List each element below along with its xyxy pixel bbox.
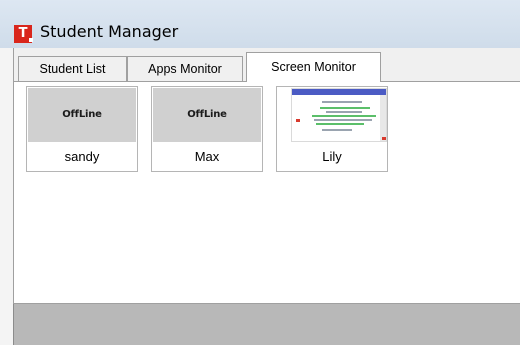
student-tile-sandy[interactable]: OffLine sandy xyxy=(26,86,138,172)
thumb-marker xyxy=(382,137,386,140)
student-tile-lily[interactable]: Lily xyxy=(276,86,388,172)
window-title: Student Manager xyxy=(40,22,179,41)
tab-student-list[interactable]: Student List xyxy=(18,56,127,81)
student-name: Max xyxy=(194,149,220,164)
status-label: OffLine xyxy=(187,109,227,120)
thumb-titlebar xyxy=(292,89,386,95)
bottom-bar xyxy=(13,304,520,345)
thumb-text xyxy=(326,111,362,113)
thumb-text xyxy=(314,119,372,121)
thumb-marker xyxy=(296,119,300,122)
thumb-text xyxy=(312,115,376,117)
tab-screen-monitor[interactable]: Screen Monitor xyxy=(246,52,381,82)
thumb-text xyxy=(316,123,364,125)
screen-thumbnail xyxy=(291,88,387,142)
student-name: Lily xyxy=(322,149,342,164)
app-logo-icon: T xyxy=(14,25,33,43)
tab-strip: Student List Apps Monitor Screen Monitor xyxy=(13,48,520,82)
thumb-sidebar xyxy=(380,95,386,141)
screen-monitor-panel: OffLine sandy OffLine Max Lily xyxy=(13,82,520,303)
title-bar[interactable]: T Student Manager xyxy=(0,0,520,48)
left-frame xyxy=(0,48,13,345)
thumb-text xyxy=(320,107,370,109)
tab-apps-monitor[interactable]: Apps Monitor xyxy=(127,56,243,81)
student-tile-max[interactable]: OffLine Max xyxy=(151,86,263,172)
thumb-text xyxy=(322,129,352,131)
student-name: sandy xyxy=(64,149,100,164)
thumb-text xyxy=(322,101,362,103)
status-label: OffLine xyxy=(62,109,102,120)
